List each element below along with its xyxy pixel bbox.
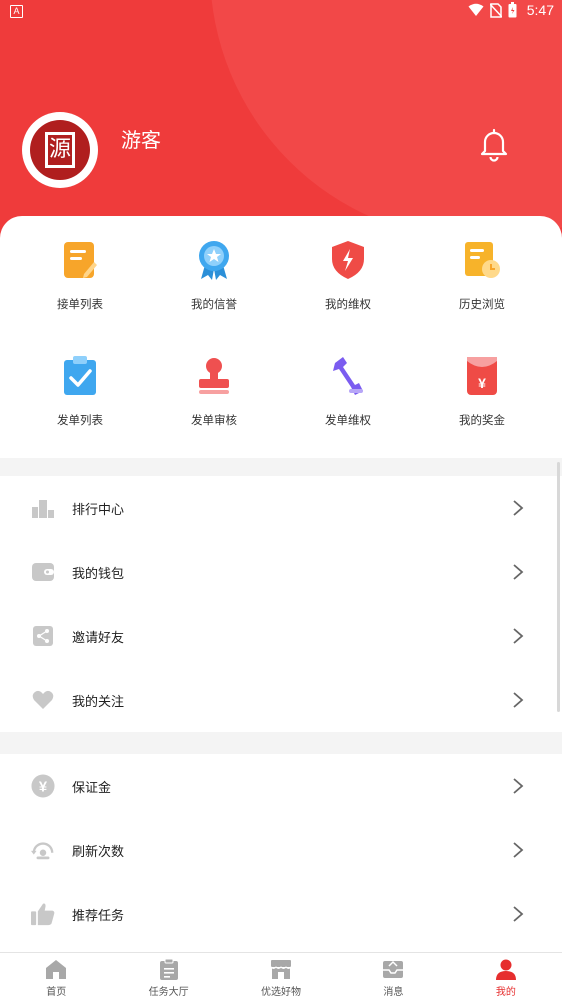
history-icon (465, 242, 500, 278)
battery-icon (508, 2, 517, 18)
tab-messages[interactable]: 消息 (337, 953, 449, 1000)
home-icon (46, 960, 67, 979)
chevron-right-icon (513, 500, 524, 516)
grid-label: 接单列表 (57, 297, 103, 311)
heart-icon (32, 690, 54, 709)
menu-item-deposit[interactable]: ¥ 保证金 (0, 754, 562, 818)
scrollbar[interactable] (557, 462, 560, 712)
grid-label: 发单审核 (191, 413, 237, 427)
tab-task-hall[interactable]: 任务大厅 (112, 953, 224, 1000)
invite-icon (33, 626, 53, 646)
grid-label: 我的维权 (325, 297, 371, 311)
message-icon (383, 960, 404, 978)
menu-label: 推荐任务 (72, 908, 125, 924)
chevron-right-icon (513, 842, 524, 858)
grid-item-publish-rights[interactable]: 发单维权 (278, 332, 418, 432)
menu-item-wallet[interactable]: 我的钱包 (0, 540, 562, 604)
grid-item-bonus[interactable]: ¥ 我的奖金 (412, 332, 552, 432)
menu-item-ranking[interactable]: 排行中心 (0, 476, 562, 540)
credit-badge-icon (199, 241, 229, 280)
status-bar: A 5:47 (0, 0, 562, 24)
menu-item-refresh-count[interactable]: 刷新次数 (0, 818, 562, 882)
chevron-right-icon (513, 778, 524, 794)
menu-group-2: ¥ 保证金 刷新次数 推荐任务 (0, 754, 562, 952)
svg-text:¥: ¥ (39, 780, 48, 796)
bell-icon[interactable] (476, 126, 512, 162)
task-hall-icon (159, 958, 178, 980)
menu-label: 邀请好友 (72, 630, 125, 646)
menu-group-1: 排行中心 我的钱包 邀请好友 我的关注 (0, 476, 562, 732)
menu-item-invite[interactable]: 邀请好友 (0, 604, 562, 668)
order-list-icon (64, 242, 97, 278)
notification-a-icon: A (10, 5, 23, 18)
grid-item-publish-list[interactable]: 发单列表 (10, 332, 150, 432)
tab-mine[interactable]: 我的 (450, 953, 562, 1000)
red-envelope-icon: ¥ (467, 357, 497, 395)
grid-item-my-rights[interactable]: 我的维权 (278, 216, 418, 316)
tab-home[interactable]: 首页 (0, 953, 112, 1000)
menu-item-following[interactable]: 我的关注 (0, 668, 562, 732)
clipboard-check-icon (64, 356, 96, 395)
chevron-right-icon (513, 692, 524, 708)
wallet-icon (32, 563, 54, 581)
tab-label: 我的 (495, 987, 516, 998)
yuan-icon: ¥ (31, 774, 55, 798)
chevron-right-icon (513, 628, 524, 644)
tab-label: 优选好物 (261, 987, 302, 998)
ranking-icon (32, 500, 54, 518)
refresh-icon (31, 842, 54, 860)
header-decoration (210, 0, 562, 240)
tab-store[interactable]: 优选好物 (225, 953, 337, 1000)
status-time: 5:47 (526, 2, 554, 18)
grid-label: 发单列表 (57, 413, 103, 427)
grid-item-history[interactable]: 历史浏览 (412, 216, 552, 316)
tab-label: 首页 (46, 987, 67, 998)
username[interactable]: 游客 (121, 124, 161, 153)
stamp-icon (199, 358, 229, 394)
tab-label: 消息 (383, 987, 404, 998)
wifi-icon (468, 3, 484, 16)
no-sim-icon (489, 2, 502, 18)
grid-item-publish-review[interactable]: 发单审核 (144, 332, 284, 432)
grid-label: 我的奖金 (459, 413, 505, 427)
tab-label: 任务大厅 (148, 987, 189, 998)
menu-label: 我的关注 (72, 694, 125, 710)
menu-item-recommend-task[interactable]: 推荐任务 (0, 882, 562, 946)
shortcut-grid: 接单列表 我的信誉 我的维权 历史浏览 发单列表 发单审核 发单维权 ¥ 我的奖… (0, 216, 562, 458)
menu-label: 刷新次数 (72, 844, 125, 860)
bottom-tab-bar: 首页 任务大厅 优选好物 消息 我的 (0, 952, 562, 1000)
menu-label: 排行中心 (72, 502, 125, 518)
svg-text:¥: ¥ (478, 375, 486, 391)
wrench-icon (333, 357, 363, 395)
menu-label: 我的钱包 (72, 566, 125, 582)
avatar[interactable]: 源 (22, 112, 98, 188)
menu-label: 保证金 (72, 780, 112, 796)
avatar-seal-logo: 源 (30, 120, 90, 180)
grid-label: 历史浏览 (459, 297, 505, 311)
chevron-right-icon (513, 906, 524, 922)
thumbs-up-icon (31, 903, 55, 926)
grid-label: 我的信誉 (191, 297, 237, 311)
shield-icon (332, 241, 364, 279)
chevron-right-icon (513, 564, 524, 580)
store-icon (270, 960, 292, 979)
grid-item-credit[interactable]: 我的信誉 (144, 216, 284, 316)
grid-label: 发单维权 (325, 413, 371, 427)
grid-item-order-list[interactable]: 接单列表 (10, 216, 150, 316)
person-icon (495, 959, 516, 980)
